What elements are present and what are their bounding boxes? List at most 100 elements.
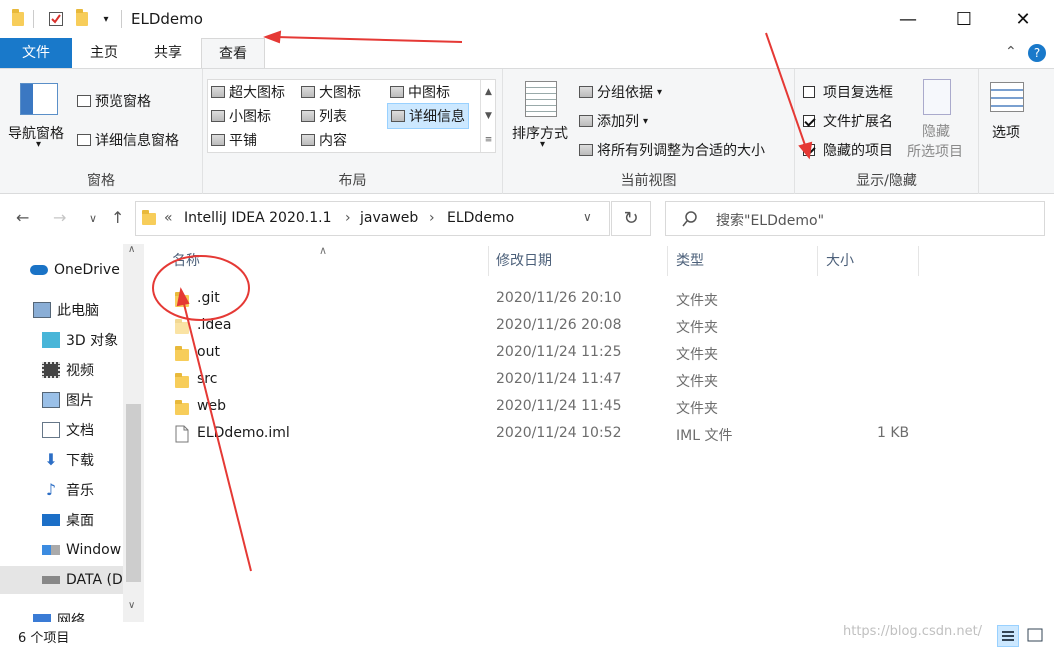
column-header-name[interactable]: 名称 <box>172 246 200 278</box>
tiles-icon <box>211 134 225 146</box>
layout-small-icons[interactable]: 小图标 <box>211 106 271 126</box>
fit-columns-button[interactable]: 将所有列调整为合适的大小 <box>579 140 765 160</box>
tab-home[interactable]: 主页 <box>76 38 132 68</box>
scrollbar-thumb[interactable] <box>126 404 141 582</box>
layout-item-label: 小图标 <box>229 109 271 125</box>
nav-item-videos[interactable]: 视频 <box>42 356 94 384</box>
layout-medium-icons[interactable]: 中图标 <box>390 82 450 102</box>
options-button[interactable]: 选项 <box>992 122 1020 142</box>
breadcrumb-separator[interactable]: › <box>345 210 351 226</box>
chevron-down-icon: ▾ <box>657 86 663 98</box>
column-divider[interactable] <box>918 246 919 276</box>
properties-icon[interactable] <box>46 9 66 29</box>
address-overflow-chevron[interactable]: « <box>164 210 173 226</box>
column-divider[interactable] <box>488 246 489 276</box>
layout-item-label: 大图标 <box>319 85 361 101</box>
nav-item-data-drive[interactable]: DATA (D <box>0 566 124 594</box>
add-column-label: 添加列 <box>597 114 639 130</box>
group-label-layout: 布局 <box>338 173 367 189</box>
table-row[interactable]: .git 2020/11/26 20:10 文件夹 <box>145 285 1054 312</box>
layout-list[interactable]: 列表 <box>301 106 347 126</box>
customize-toolbar-icon[interactable]: ▾ <box>96 9 116 29</box>
column-header-type[interactable]: 类型 <box>676 246 704 278</box>
table-row[interactable]: ELDdemo.iml 2020/11/24 10:52 IML 文件 1 KB <box>145 420 1054 447</box>
maximize-button[interactable]: ☐ <box>941 0 987 38</box>
table-row[interactable]: out 2020/11/24 11:25 文件夹 <box>145 339 1054 366</box>
file-extensions-toggle[interactable]: 文件扩展名 <box>803 111 893 131</box>
nav-item-documents[interactable]: 文档 <box>42 416 94 444</box>
chevron-down-icon: ▾ <box>540 139 546 150</box>
hidden-items-toggle[interactable]: 隐藏的项目 <box>803 140 893 160</box>
navigation-pane-scrollbar[interactable]: ∧ ∨ <box>123 244 144 622</box>
file-extensions-label: 文件扩展名 <box>823 114 893 130</box>
nav-item-windows-drive[interactable]: Window <box>42 536 121 564</box>
nav-item-network[interactable]: 网络 <box>33 606 85 622</box>
document-icon <box>42 422 60 438</box>
file-name: out <box>197 344 220 360</box>
layout-content[interactable]: 内容 <box>301 130 347 150</box>
layout-large-icons[interactable]: 大图标 <box>301 82 361 102</box>
forward-arrow-icon[interactable]: → <box>53 208 66 227</box>
breadcrumb-separator[interactable]: › <box>429 210 435 226</box>
details-view-icon <box>1002 631 1014 641</box>
nav-item-onedrive[interactable]: OneDrive <box>30 256 120 284</box>
gallery-scroll[interactable]: ▲ ▼ ≡ <box>480 80 496 152</box>
file-extensions-checkbox[interactable] <box>803 115 815 127</box>
column-header-modified[interactable]: 修改日期 <box>496 246 552 278</box>
breadcrumb-segment[interactable]: javaweb <box>360 210 418 226</box>
table-row[interactable]: src 2020/11/24 11:47 文件夹 <box>145 366 1054 393</box>
address-dropdown-chevron-icon[interactable]: ∨ <box>583 210 592 224</box>
large-icons-view-toggle[interactable] <box>1025 625 1047 647</box>
nav-item-music[interactable]: ♪ 音乐 <box>42 476 94 504</box>
folder-icon <box>175 346 189 361</box>
hidden-items-checkbox[interactable] <box>803 144 815 156</box>
file-type: 文件夹 <box>676 374 718 390</box>
layout-tiles[interactable]: 平铺 <box>211 130 257 150</box>
details-icon <box>391 110 405 122</box>
preview-pane-button[interactable]: 预览窗格 <box>77 91 151 111</box>
column-divider[interactable] <box>667 246 668 276</box>
details-pane-button[interactable]: 详细信息窗格 <box>77 130 179 150</box>
nav-item-pictures[interactable]: 图片 <box>42 386 94 414</box>
item-checkboxes-toggle[interactable]: 项目复选框 <box>803 82 893 102</box>
scroll-down-icon[interactable]: ∨ <box>128 600 135 611</box>
close-button[interactable]: ✕ <box>1000 0 1046 38</box>
column-header-size[interactable]: 大小 <box>826 246 854 278</box>
table-row[interactable]: web 2020/11/24 11:45 文件夹 <box>145 393 1054 420</box>
new-folder-icon[interactable] <box>72 9 92 29</box>
hide-selected-label-2[interactable]: 所选项目 <box>907 141 963 161</box>
nav-item-this-pc[interactable]: 此电脑 <box>33 296 99 324</box>
address-bar[interactable]: « IntelliJ IDEA 2020.1.1 › javaweb › ELD… <box>135 201 610 236</box>
hide-selected-label-1[interactable]: 隐藏 <box>922 121 950 141</box>
scroll-up-icon[interactable]: ∧ <box>128 244 135 255</box>
breadcrumb-segment[interactable]: IntelliJ IDEA 2020.1.1 <box>184 210 331 226</box>
tab-file[interactable]: 文件 <box>0 38 72 68</box>
help-icon[interactable]: ? <box>1028 44 1046 62</box>
refresh-button[interactable]: ↻ <box>611 201 651 236</box>
table-row[interactable]: .idea 2020/11/26 20:08 文件夹 <box>145 312 1054 339</box>
up-arrow-icon[interactable]: ↑ <box>111 208 124 227</box>
collapse-ribbon-icon[interactable]: ⌃ <box>1005 44 1017 60</box>
nav-item-downloads[interactable]: ⬇ 下载 <box>42 446 94 474</box>
search-box[interactable]: 搜索"ELDdemo" <box>665 201 1045 236</box>
medium-icons-icon <box>390 86 404 98</box>
file-name: ELDdemo.iml <box>197 425 290 441</box>
breadcrumb-segment[interactable]: ELDdemo <box>447 210 514 226</box>
item-checkboxes-checkbox[interactable] <box>803 86 815 98</box>
window-title: ELDdemo <box>131 10 203 28</box>
recent-locations-chevron-icon[interactable]: ∨ <box>89 212 97 225</box>
tab-view[interactable]: 查看 <box>201 38 265 69</box>
nav-item-desktop[interactable]: 桌面 <box>42 506 94 534</box>
minimize-button[interactable]: — <box>885 0 931 38</box>
desktop-icon <box>42 514 60 526</box>
tab-share[interactable]: 共享 <box>140 38 196 68</box>
sort-icon <box>525 81 557 117</box>
column-divider[interactable] <box>817 246 818 276</box>
layout-details[interactable]: 详细信息 <box>387 103 469 129</box>
details-view-toggle[interactable] <box>997 625 1019 647</box>
back-arrow-icon[interactable]: ← <box>16 208 29 227</box>
group-by-button[interactable]: 分组依据 ▾ <box>579 82 662 102</box>
nav-item-3d-objects[interactable]: 3D 对象 <box>42 326 118 354</box>
layout-extra-large-icons[interactable]: 超大图标 <box>211 82 285 102</box>
add-column-button[interactable]: 添加列 ▾ <box>579 111 648 131</box>
